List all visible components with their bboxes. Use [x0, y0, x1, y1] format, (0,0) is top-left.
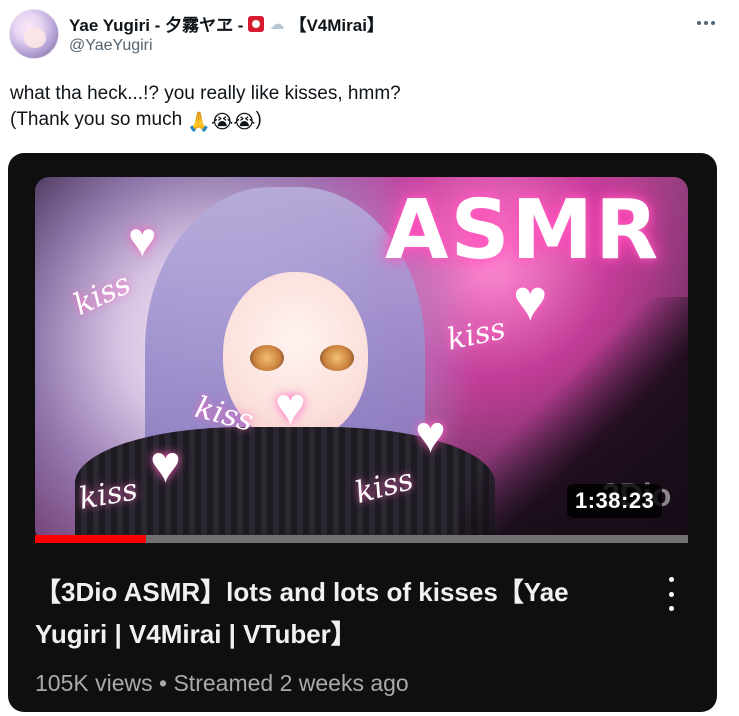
heart-icon: ♥ [150, 436, 181, 494]
video-streamed-date: Streamed 2 weeks ago [173, 670, 409, 696]
meta-separator: • [159, 670, 168, 696]
heart-icon: ♥ [415, 406, 446, 464]
heart-icon: ♥ [128, 214, 157, 267]
dot-icon [668, 606, 674, 611]
cloud-icon: ☁ [269, 15, 285, 33]
tweet-text-line-1: what tha heck...!? you really like kisse… [10, 83, 401, 104]
thumbnail-asmr-text: ASMR [385, 183, 661, 278]
video-title-line-1: 【3Dio ASMR】lots and lots of kisses【Yae [35, 577, 569, 607]
author-display-name[interactable]: Yae Yugiri - 夕霧ヤヱ - [69, 11, 243, 36]
video-title[interactable]: 【3Dio ASMR】lots and lots of kisses【Yae Y… [35, 571, 625, 655]
author-handle[interactable]: @YaeYugiri [69, 37, 153, 55]
heart-icon: ♥ [513, 268, 548, 333]
red-square-badge-icon [248, 15, 265, 32]
crying-face-emoji-icon: 😭 [211, 112, 234, 133]
video-title-line-2: Yugiri | V4Mirai | VTuber】 [35, 619, 357, 649]
tweet-text-prefix: (Thank you so much [10, 109, 188, 130]
video-thumbnail[interactable]: ASMR ♥ ♥ ♥ ♥ ♥ kiss kiss kiss kiss kiss … [35, 177, 688, 543]
dot-icon [668, 577, 674, 582]
video-metadata: 105K views • Streamed 2 weeks ago [35, 670, 409, 697]
more-options-button[interactable] [693, 10, 719, 36]
thumbnail-character-eye [320, 345, 354, 371]
video-duration-badge: 1:38:23 [567, 484, 663, 518]
thumbnail-character-eye [250, 345, 284, 371]
author-tag: 【V4Mirai】 [289, 16, 384, 35]
dot-icon [668, 591, 674, 597]
watch-progress-fill [35, 535, 146, 543]
dot-icon [697, 21, 701, 25]
tweet-text-suffix: ) [255, 109, 262, 130]
tweet-text-line-2: (Thank you so much 🙏😭😭) [10, 107, 710, 136]
folded-hands-emoji-icon: 🙏 [187, 112, 212, 133]
author-name-row: Yae Yugiri - 夕霧ヤヱ - ☁ 【V4Mirai】 [69, 11, 384, 36]
watch-progress-bar [35, 535, 688, 543]
kiss-sticker: kiss [68, 266, 137, 323]
video-more-options-button[interactable] [656, 577, 686, 611]
avatar[interactable] [9, 9, 59, 59]
tweet-text: what tha heck...!? you really like kisse… [10, 81, 710, 136]
dot-icon [711, 21, 715, 25]
crying-face-emoji-icon: 😭 [233, 112, 256, 133]
video-views: 105K views [35, 670, 153, 696]
youtube-video-card[interactable]: ASMR ♥ ♥ ♥ ♥ ♥ kiss kiss kiss kiss kiss … [8, 153, 717, 712]
heart-icon: ♥ [275, 378, 306, 436]
dot-icon [704, 21, 708, 25]
